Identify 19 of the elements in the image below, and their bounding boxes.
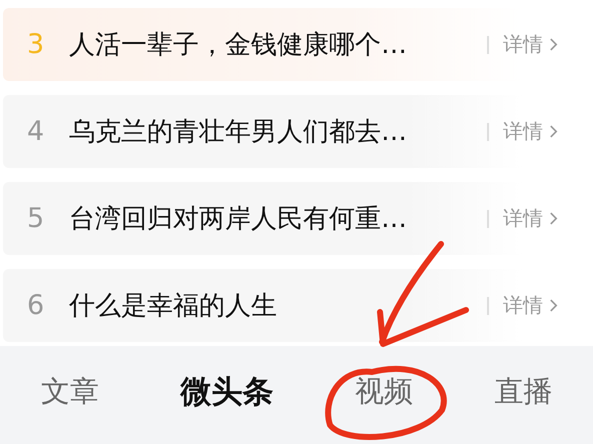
chevron-icon: [549, 124, 558, 139]
rank-number: 6: [27, 290, 46, 321]
details-link[interactable]: 详情: [503, 205, 558, 232]
rank-number: 3: [27, 29, 46, 60]
item-title: 人活一辈子，金钱健康哪个…: [69, 29, 408, 62]
details-link[interactable]: 详情: [503, 292, 558, 319]
chevron-icon: [549, 211, 558, 226]
details-link[interactable]: 详情: [503, 118, 558, 145]
rank-number: 5: [27, 203, 46, 234]
rank-number: 4: [27, 116, 46, 147]
details-link[interactable]: 详情: [503, 31, 558, 58]
item-title: 台湾回归对两岸人民有何重…: [69, 203, 408, 236]
tab[interactable]: 直播: [494, 372, 552, 412]
tab[interactable]: 微头条: [180, 371, 274, 413]
chevron-icon: [549, 37, 558, 52]
tab[interactable]: 文章: [40, 372, 99, 412]
chevron-icon: [549, 298, 558, 313]
item-title: 乌克兰的青壮年男人们都去…: [69, 116, 408, 149]
item-title: 什么是幸福的人生: [69, 290, 278, 323]
